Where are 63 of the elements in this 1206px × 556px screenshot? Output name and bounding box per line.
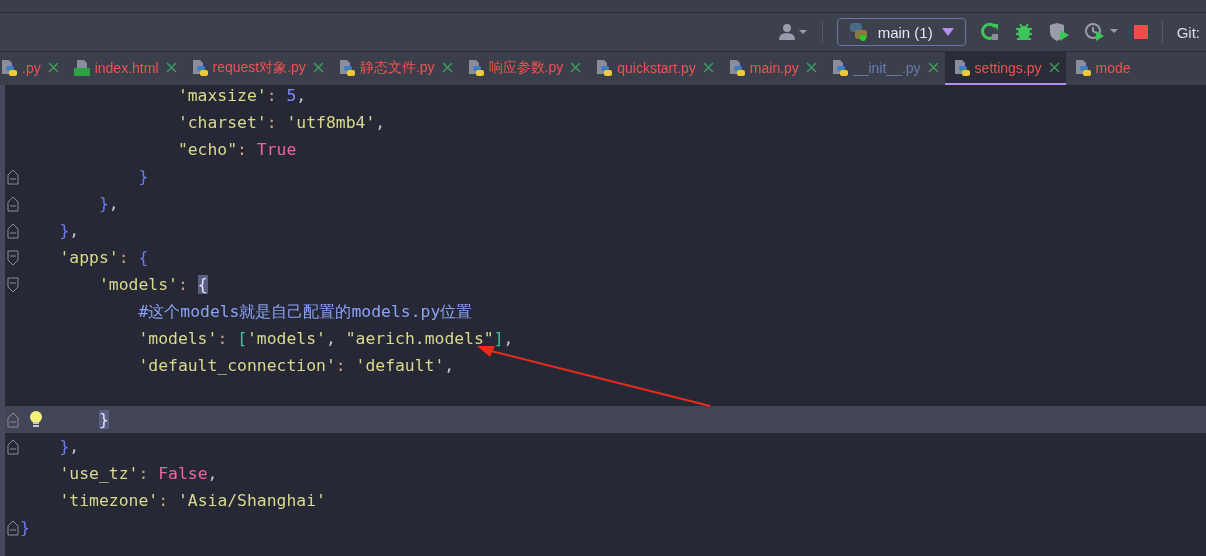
code-line: 'charset': 'utf8mb4', bbox=[176, 112, 386, 133]
editor-tab[interactable]: 静态文件.py bbox=[329, 52, 459, 85]
close-icon[interactable] bbox=[1048, 62, 1060, 73]
code-line: } bbox=[20, 517, 30, 538]
code-line: "echo": True bbox=[176, 139, 297, 160]
editor-tab[interactable]: 响应参数.py bbox=[458, 52, 588, 85]
caret-icon bbox=[940, 27, 955, 37]
code-line: 'apps': { bbox=[58, 247, 149, 268]
close-icon[interactable] bbox=[702, 62, 714, 73]
code-line: 'default_connection': 'default', bbox=[137, 355, 455, 376]
code-line: #这个models就是自己配置的models.py位置 bbox=[137, 301, 473, 322]
editor-tab[interactable]: .py bbox=[0, 52, 65, 85]
code-line: 'use_tz': False, bbox=[58, 463, 218, 484]
close-icon[interactable] bbox=[441, 62, 453, 73]
fold-icon[interactable] bbox=[6, 519, 19, 536]
editor-tab[interactable]: main.py bbox=[719, 52, 823, 85]
fold-icon[interactable] bbox=[6, 438, 19, 455]
fold-icon[interactable] bbox=[6, 276, 19, 293]
code-line: } bbox=[137, 166, 149, 187]
python-file-icon bbox=[466, 58, 485, 77]
lightbulb-icon[interactable] bbox=[29, 410, 43, 428]
fold-icon[interactable] bbox=[6, 249, 19, 266]
user-icon[interactable] bbox=[777, 23, 808, 41]
editor-tab[interactable]: request对象.py bbox=[182, 52, 330, 85]
editor-tab[interactable]: quickstart.py bbox=[587, 52, 720, 85]
editor-tab[interactable]: settings.py bbox=[944, 52, 1066, 85]
fold-icon[interactable] bbox=[6, 222, 19, 239]
git-label: Git: bbox=[1176, 23, 1200, 41]
code-line: 'models': ['models', "aerich.models"], bbox=[137, 328, 514, 349]
code-line: 'maxsize': 5, bbox=[176, 85, 307, 106]
python-file-icon bbox=[952, 58, 971, 77]
code-line: 'timezone': 'Asia/Shanghai' bbox=[58, 490, 326, 511]
stop-icon[interactable] bbox=[1133, 25, 1148, 39]
profiler-icon[interactable] bbox=[1083, 22, 1120, 42]
bug-icon[interactable] bbox=[1013, 22, 1034, 42]
close-icon[interactable] bbox=[312, 62, 324, 73]
close-icon[interactable] bbox=[570, 62, 582, 73]
rerun-icon[interactable] bbox=[979, 22, 1000, 42]
code-line: }, bbox=[58, 220, 80, 241]
code-line: }, bbox=[58, 436, 80, 457]
fold-icon[interactable] bbox=[6, 168, 19, 185]
editor-tab[interactable]: __init__.py bbox=[822, 52, 945, 85]
close-icon[interactable] bbox=[47, 62, 59, 73]
code-line: }, bbox=[97, 193, 119, 214]
coverage-icon[interactable] bbox=[1047, 22, 1070, 42]
python-file-icon bbox=[1073, 58, 1092, 77]
python-icon bbox=[847, 22, 870, 42]
python-file-icon bbox=[830, 58, 849, 77]
close-icon[interactable] bbox=[165, 62, 177, 73]
editor-tab[interactable]: mode bbox=[1065, 52, 1140, 85]
python-file-icon bbox=[0, 58, 18, 77]
close-icon[interactable] bbox=[805, 62, 817, 73]
python-file-icon bbox=[337, 58, 356, 77]
close-icon[interactable] bbox=[927, 62, 939, 73]
python-file-icon bbox=[727, 58, 746, 77]
fold-icon[interactable] bbox=[6, 411, 19, 428]
python-file-icon bbox=[190, 58, 209, 77]
editor-tab[interactable]: index.html bbox=[64, 52, 183, 85]
html-file-icon bbox=[72, 58, 91, 77]
fold-icon[interactable] bbox=[6, 195, 19, 212]
run-configuration-dropdown[interactable]: main (1) bbox=[836, 18, 966, 46]
python-file-icon bbox=[595, 58, 614, 77]
code-line: 'models': { bbox=[97, 274, 208, 295]
